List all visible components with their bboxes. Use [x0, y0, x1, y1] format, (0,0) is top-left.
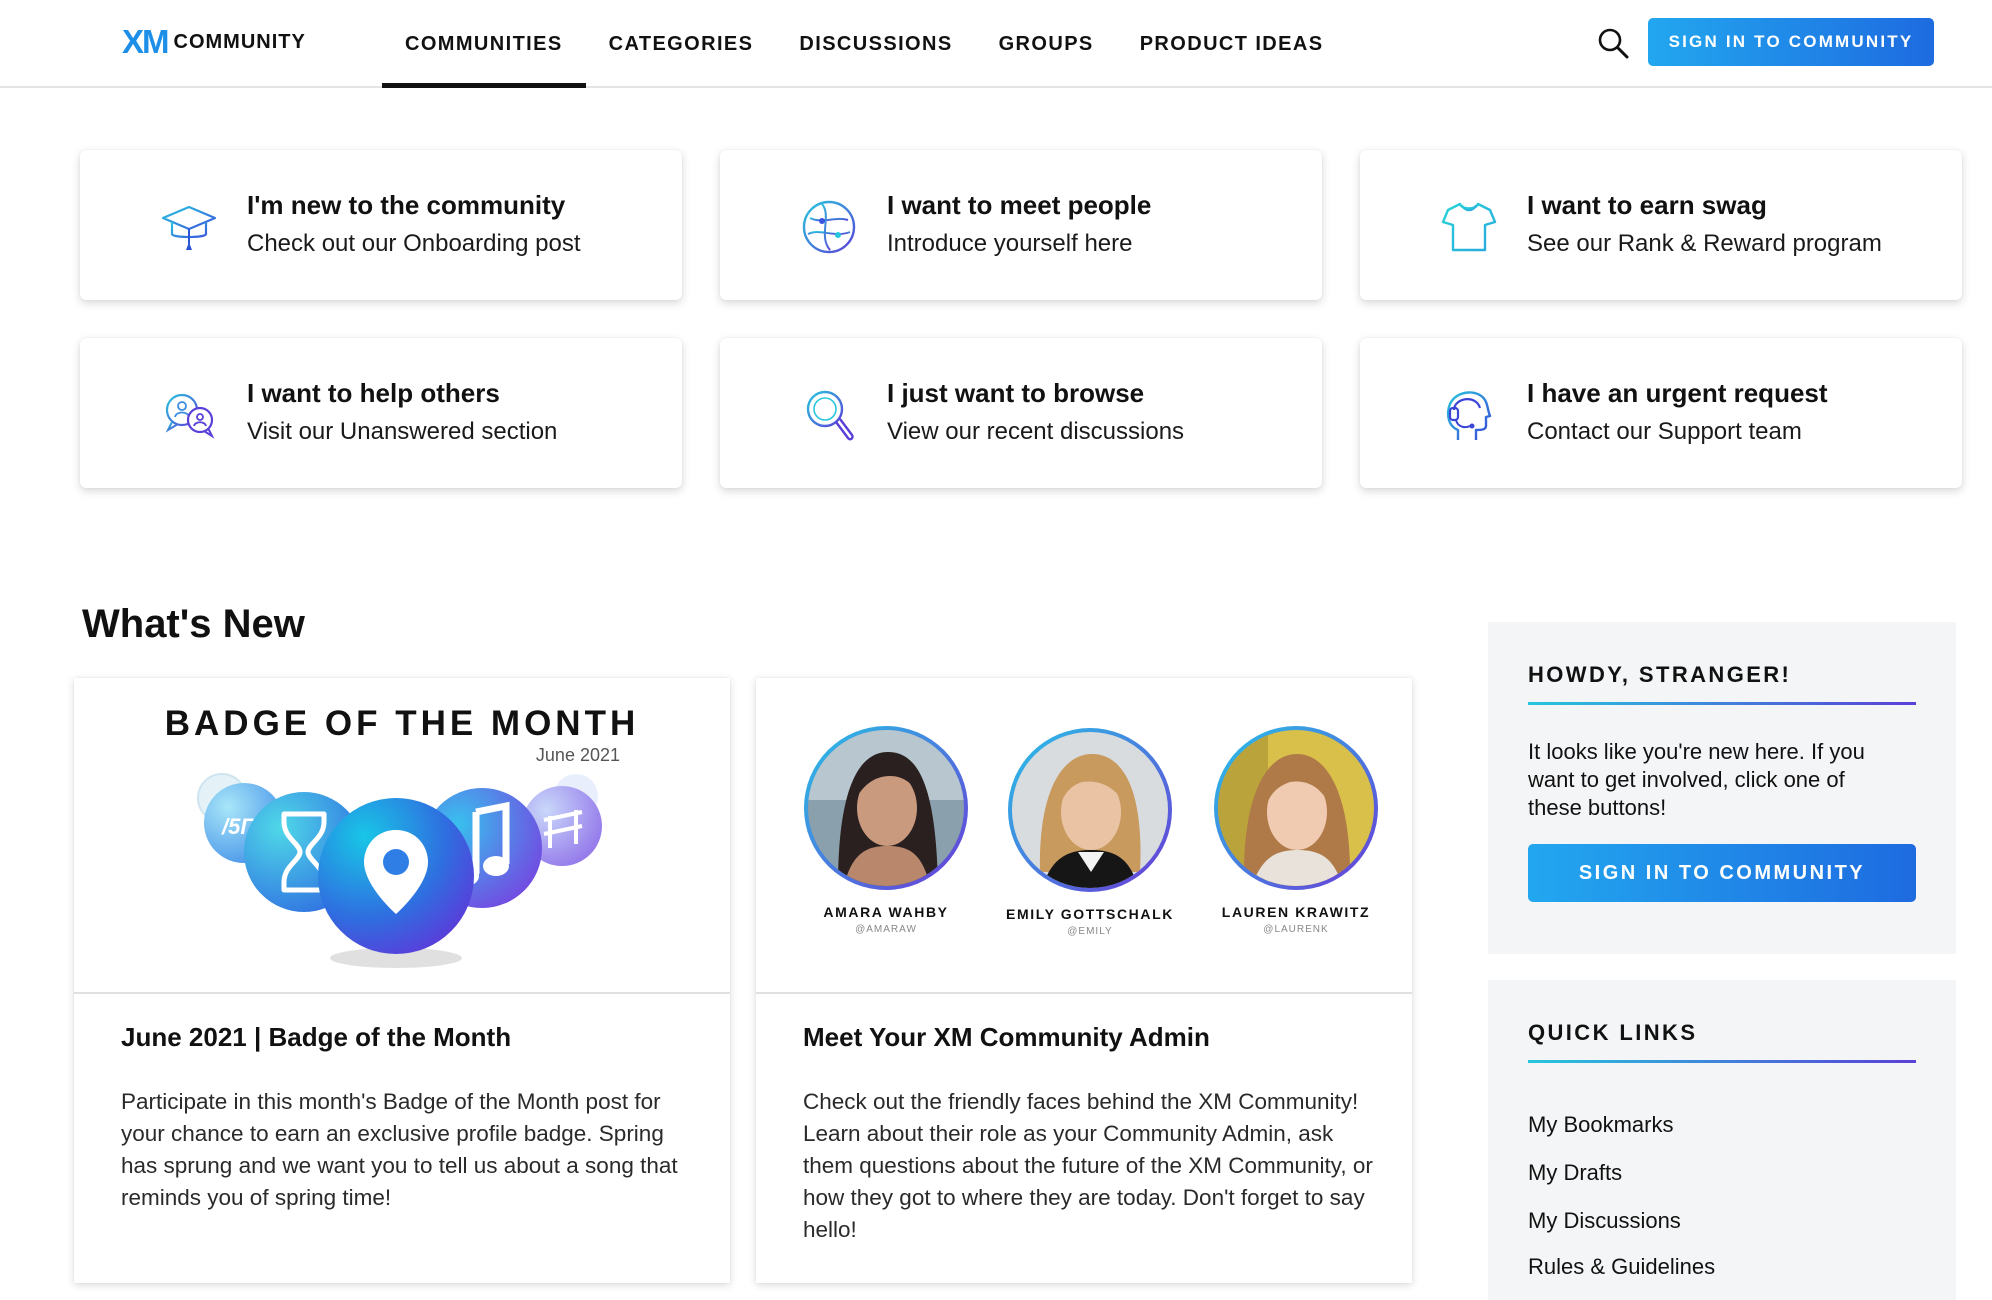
header-sign-in-button[interactable]: SIGN IN TO COMMUNITY	[1648, 18, 1934, 66]
tile-new-to-community[interactable]: I'm new to the community Check out our O…	[80, 150, 682, 300]
tile-title: I want to meet people	[887, 190, 1152, 220]
admin-name: EMILY GOTTSCHALK	[1006, 906, 1174, 922]
sidebar-sign-in-button[interactable]: SIGN IN TO COMMUNITY	[1528, 844, 1916, 902]
logo-mark: XM	[122, 23, 169, 60]
tile-title: I have an urgent request	[1527, 378, 1828, 408]
search-icon[interactable]	[1596, 26, 1630, 60]
tile-help-others[interactable]: I want to help others Visit our Unanswer…	[80, 338, 682, 488]
howdy-heading: HOWDY, STRANGER!	[1528, 662, 1792, 687]
heading-underline	[1528, 1060, 1916, 1063]
avatar	[1214, 726, 1378, 890]
avatar	[804, 726, 968, 890]
banner-title: BADGE OF THE MONTH	[164, 704, 640, 743]
xm-community-logo[interactable]: XM COMMUNITY	[122, 25, 306, 59]
quick-links-panel: QUICK LINKS My Bookmarks My Drafts My Di…	[1488, 980, 1956, 1300]
quick-links-heading: QUICK LINKS	[1528, 1020, 1698, 1045]
howdy-text: It looks like you're new here. If you wa…	[1528, 739, 1865, 820]
post-excerpt: Check out the friendly faces behind the …	[803, 1089, 1373, 1242]
heading-underline	[1528, 702, 1916, 705]
tile-subtitle: See our Rank & Reward program	[1527, 230, 1882, 257]
admin-profile: EMILY GOTTSCHALK @EMILY	[990, 728, 1190, 937]
tile-urgent-request[interactable]: I have an urgent request Contact our Sup…	[1360, 338, 1962, 488]
tile-subtitle: Contact our Support team	[1527, 418, 1802, 445]
nav-categories[interactable]: CATEGORIES	[586, 0, 777, 88]
nav-groups[interactable]: GROUPS	[976, 0, 1117, 88]
graduation-cap-icon	[161, 205, 217, 250]
post-title[interactable]: Meet Your XM Community Admin	[803, 1022, 1210, 1053]
post-card-badge-of-the-month[interactable]: BADGE OF THE MONTH June 2021 /5Г June 20…	[74, 678, 730, 1283]
tile-title: I want to help others	[247, 378, 500, 408]
post-banner: BADGE OF THE MONTH June 2021 /5Г	[74, 678, 730, 994]
banner-date: June 2021	[535, 745, 620, 765]
tile-title: I just want to browse	[887, 378, 1145, 408]
globe-network-icon	[802, 200, 856, 254]
quick-link-my-discussions[interactable]: My Discussions	[1528, 1208, 1681, 1234]
main-nav: COMMUNITIES CATEGORIES DISCUSSIONS GROUP…	[382, 0, 1346, 88]
admin-handle: @EMILY	[1067, 926, 1113, 937]
headset-icon	[1446, 391, 1492, 440]
quick-link-my-drafts[interactable]: My Drafts	[1528, 1160, 1622, 1186]
nav-discussions[interactable]: DISCUSSIONS	[776, 0, 975, 88]
chat-bubbles-icon	[165, 393, 215, 439]
admin-handle: @LAURENK	[1263, 924, 1329, 935]
magnifier-icon	[806, 390, 854, 441]
post-excerpt: Participate in this month's Badge of the…	[121, 1089, 678, 1210]
tile-earn-swag[interactable]: I want to earn swag See our Rank & Rewar…	[1360, 150, 1962, 300]
tile-title: I'm new to the community	[247, 190, 566, 220]
admin-handle: @AMARAW	[855, 924, 917, 935]
nav-communities[interactable]: COMMUNITIES	[382, 0, 586, 88]
admin-name: LAUREN KRAWITZ	[1221, 904, 1371, 920]
avatar	[1008, 728, 1172, 892]
t-shirt-icon	[1441, 202, 1497, 252]
admin-profile: LAUREN KRAWITZ @LAURENK	[1196, 726, 1396, 935]
tile-subtitle: Check out our Onboarding post	[247, 230, 581, 257]
post-title[interactable]: June 2021 | Badge of the Month	[121, 1022, 511, 1053]
tile-browse[interactable]: I just want to browse View our recent di…	[720, 338, 1322, 488]
tile-meet-people[interactable]: I want to meet people Introduce yourself…	[720, 150, 1322, 300]
logo-word: COMMUNITY	[173, 31, 306, 53]
badge-cluster-image: /5Г	[197, 773, 602, 968]
admin-name: AMARA WAHBY	[823, 904, 949, 920]
top-header: XM COMMUNITY COMMUNITIES CATEGORIES DISC…	[0, 0, 1992, 88]
admin-profile: AMARA WAHBY @AMARAW	[786, 726, 986, 935]
nav-product-ideas[interactable]: PRODUCT IDEAS	[1117, 0, 1347, 88]
quick-link-rules-guidelines[interactable]: Rules & Guidelines	[1528, 1254, 1715, 1280]
howdy-stranger-panel: HOWDY, STRANGER! It looks like you're ne…	[1488, 622, 1956, 954]
tile-subtitle: View our recent discussions	[887, 418, 1185, 445]
post-card-meet-admins[interactable]: AMARA WAHBY @AMARAW EMILY GOTTSCHALK @EM…	[756, 678, 1412, 1283]
whats-new-heading: What's New	[82, 602, 305, 646]
quick-link-my-bookmarks[interactable]: My Bookmarks	[1528, 1112, 1673, 1138]
post-banner: AMARA WAHBY @AMARAW EMILY GOTTSCHALK @EM…	[756, 678, 1412, 994]
tile-title: I want to earn swag	[1527, 190, 1767, 220]
tile-subtitle: Visit our Unanswered section	[247, 418, 558, 445]
tile-subtitle: Introduce yourself here	[887, 230, 1133, 257]
